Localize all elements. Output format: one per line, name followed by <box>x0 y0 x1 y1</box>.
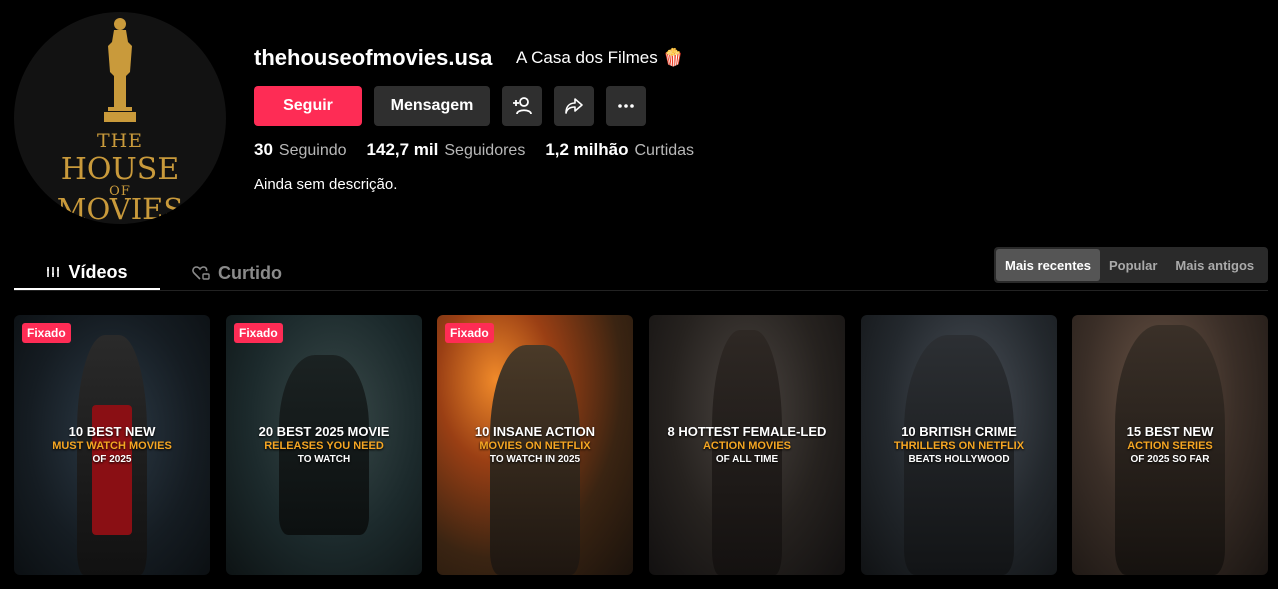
caption-line-2: THRILLERS ON NETFLIX <box>893 440 1025 452</box>
caption-line-3: TO WATCH IN 2025 <box>489 454 581 465</box>
pinned-badge: Fixado <box>445 323 494 343</box>
grid-lines-icon <box>47 267 60 277</box>
ellipsis-icon <box>618 104 634 108</box>
caption-line-2: MUST WATCH MOVIES <box>52 440 172 452</box>
caption-line-1: 10 BRITISH CRIME <box>901 424 1017 439</box>
caption-line-1: 8 HOTTEST FEMALE-LED <box>667 424 827 439</box>
video-card[interactable]: Fixado 20 BEST 2025 MOVIE RELEASES YOU N… <box>226 315 422 575</box>
profile-nickname: A Casa dos Filmes 🍿 <box>516 48 684 67</box>
video-caption: 10 INSANE ACTION MOVIES ON NETFLIX TO WA… <box>437 425 633 467</box>
add-friend-button[interactable] <box>502 86 542 126</box>
tabs-divider <box>14 290 1268 291</box>
video-caption: 15 BEST NEW ACTION SERIES OF 2025 SO FAR <box>1072 425 1268 467</box>
following-label: Seguindo <box>278 142 347 159</box>
profile-avatar[interactable]: THE HOUSE OF MOVIES <box>14 12 226 224</box>
more-options-button[interactable] <box>606 86 646 126</box>
video-card[interactable]: 15 BEST NEW ACTION SERIES OF 2025 SO FAR <box>1072 315 1268 575</box>
caption-line-1: 10 BEST NEW <box>68 424 156 439</box>
sort-oldest[interactable]: Mais antigos <box>1166 249 1263 281</box>
tab-videos[interactable]: Vídeos <box>14 256 160 290</box>
profile-username: thehouseofmovies.usa <box>254 45 493 70</box>
sort-popular[interactable]: Popular <box>1100 249 1166 281</box>
video-caption: 10 BRITISH CRIME THRILLERS ON NETFLIX BE… <box>861 425 1057 467</box>
caption-line-1: 15 BEST NEW <box>1126 424 1214 439</box>
followers-count: 142,7 mil <box>366 140 439 159</box>
video-card[interactable]: Fixado 10 BEST NEW MUST WATCH MOVIES OF … <box>14 315 210 575</box>
logo-line-house: HOUSE <box>60 152 180 187</box>
caption-line-1: 10 INSANE ACTION <box>474 424 596 439</box>
tab-liked-label: Curtido <box>218 262 282 283</box>
share-button[interactable] <box>554 86 594 126</box>
follow-button[interactable]: Seguir <box>254 86 362 126</box>
video-caption: 8 HOTTEST FEMALE-LED ACTION MOVIES OF AL… <box>649 425 845 467</box>
video-caption: 10 BEST NEW MUST WATCH MOVIES OF 2025 <box>14 425 210 467</box>
stat-followers[interactable]: 142,7 mil Seguidores <box>367 140 526 160</box>
logo-line-movies: MOVIES <box>56 192 184 224</box>
video-card[interactable]: Fixado 10 INSANE ACTION MOVIES ON NETFLI… <box>437 315 633 575</box>
followers-label: Seguidores <box>444 142 526 159</box>
caption-line-1: 20 BEST 2025 MOVIE <box>258 424 390 439</box>
likes-label: Curtidas <box>634 142 695 159</box>
heart-lock-icon <box>192 266 210 280</box>
caption-line-3: OF 2025 SO FAR <box>1130 454 1210 465</box>
message-button[interactable]: Mensagem <box>374 86 490 126</box>
caption-line-2: MOVIES ON NETFLIX <box>479 440 591 452</box>
stat-likes: 1,2 milhão Curtidas <box>545 140 694 160</box>
video-card[interactable]: 10 BRITISH CRIME THRILLERS ON NETFLIX BE… <box>861 315 1057 575</box>
stat-following[interactable]: 30 Seguindo <box>254 140 347 160</box>
logo-line-the: THE <box>96 130 144 152</box>
profile-bio: Ainda sem descrição. <box>254 176 398 193</box>
person-plus-icon <box>513 97 532 115</box>
caption-line-2: RELEASES YOU NEED <box>264 440 384 452</box>
following-count: 30 <box>254 140 273 159</box>
video-caption: 20 BEST 2025 MOVIE RELEASES YOU NEED TO … <box>226 425 422 467</box>
sort-toggle: Mais recentes Popular Mais antigos <box>994 247 1268 283</box>
tab-videos-label: Vídeos <box>68 261 128 282</box>
tab-liked[interactable]: Curtido <box>192 256 282 290</box>
likes-count: 1,2 milhão <box>545 140 629 159</box>
caption-line-2: ACTION SERIES <box>1127 440 1213 452</box>
caption-line-2: ACTION MOVIES <box>702 440 791 452</box>
caption-line-3: BEATS HOLLYWOOD <box>908 454 1010 465</box>
pinned-badge: Fixado <box>22 323 71 343</box>
caption-line-3: TO WATCH <box>297 454 351 465</box>
profile-stats: 30 Seguindo 142,7 mil Seguidores 1,2 milhã… <box>254 140 694 160</box>
pinned-badge: Fixado <box>234 323 283 343</box>
video-card[interactable]: 8 HOTTEST FEMALE-LED ACTION MOVIES OF AL… <box>649 315 845 575</box>
caption-line-3: OF ALL TIME <box>715 454 779 465</box>
sort-newest[interactable]: Mais recentes <box>996 249 1100 281</box>
share-arrow-icon <box>565 98 583 114</box>
caption-line-3: OF 2025 <box>92 454 132 465</box>
